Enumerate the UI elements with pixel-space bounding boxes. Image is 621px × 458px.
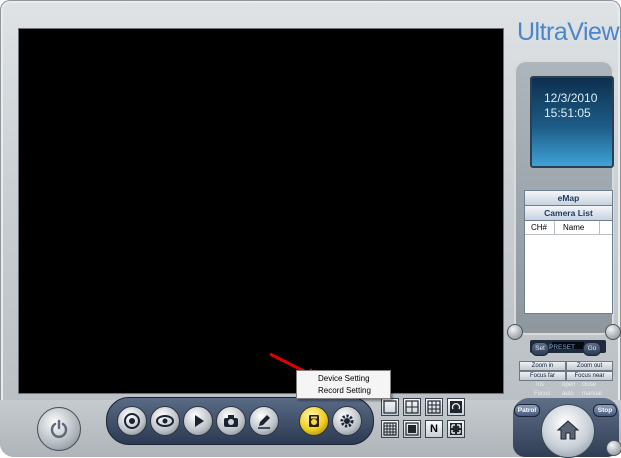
- preset-set-button[interactable]: Set: [531, 342, 549, 356]
- clock-display: 12/3/2010 15:51:05: [530, 76, 614, 168]
- column-divider: [554, 221, 555, 234]
- n-view-button[interactable]: N: [425, 420, 443, 438]
- pip-view-button[interactable]: [403, 420, 421, 438]
- system-setting-button[interactable]: [332, 406, 362, 436]
- zoom-in-button[interactable]: Zoom in: [519, 361, 566, 371]
- gear-icon: [340, 414, 354, 428]
- iris-label: Iris: [536, 382, 544, 388]
- menu-item-record-setting[interactable]: Record Setting: [297, 385, 390, 397]
- focus-manual-button[interactable]: manual: [582, 391, 602, 397]
- fullscreen-icon: [450, 423, 462, 435]
- quad-view-button[interactable]: [403, 398, 421, 416]
- single-view-icon: [383, 400, 397, 414]
- view-button[interactable]: [150, 406, 180, 436]
- home-icon[interactable]: [556, 418, 580, 442]
- rotate-view-icon: [450, 401, 462, 413]
- video-display[interactable]: [18, 28, 504, 394]
- minimize-icon[interactable]: [606, 440, 621, 456]
- ptz-left-knob-icon[interactable]: [507, 324, 523, 340]
- snapshot-icon: [224, 415, 238, 427]
- camera-list-header: CH# Name: [525, 221, 612, 235]
- setting-folder-icon: [309, 415, 319, 427]
- clock-time: 15:51:05: [544, 106, 591, 120]
- ptz-direction-pad[interactable]: [541, 404, 595, 458]
- pip-view-icon: [405, 422, 419, 436]
- nine-view-button[interactable]: [425, 398, 443, 416]
- focus-far-button[interactable]: Focus far: [519, 371, 566, 381]
- edit-icon: [258, 415, 270, 429]
- menu-item-device-setting[interactable]: Device Setting: [297, 373, 390, 385]
- column-header-name[interactable]: Name: [563, 223, 584, 232]
- record-button[interactable]: [117, 406, 147, 436]
- power-icon: [50, 419, 68, 438]
- column-divider: [599, 221, 600, 234]
- preset-label: PRESET: [549, 344, 576, 351]
- stop-button[interactable]: Stop: [593, 404, 617, 417]
- clock-date: 12/3/2010: [544, 91, 598, 105]
- ptz-right-knob-icon[interactable]: [605, 324, 621, 340]
- preset-go-button[interactable]: Go: [583, 342, 601, 356]
- iris-focus-row: Iris open close Focus auto manual: [522, 382, 610, 402]
- focus-label: Focus: [534, 391, 551, 397]
- iris-close-button[interactable]: close: [582, 382, 596, 388]
- power-button[interactable]: [37, 407, 81, 451]
- camera-list-table[interactable]: CH# Name: [524, 220, 613, 314]
- app-logo: UltraView: [517, 18, 620, 46]
- zoom-focus-grid: Zoom in Zoom out Focus far Focus near: [519, 361, 613, 381]
- sixteen-view-icon: [383, 422, 397, 436]
- main-toolbar: [106, 397, 374, 445]
- record-icon: [124, 413, 140, 429]
- tab-camera-list[interactable]: Camera List: [524, 205, 613, 221]
- zoom-out-button[interactable]: Zoom out: [566, 361, 613, 371]
- focus-auto-button[interactable]: auto: [562, 391, 574, 397]
- rotate-view-button[interactable]: [447, 398, 465, 416]
- single-view-button[interactable]: [381, 398, 399, 416]
- setting-button[interactable]: [299, 406, 329, 436]
- sixteen-view-button[interactable]: [381, 420, 399, 438]
- play-icon: [195, 415, 204, 427]
- patrol-button[interactable]: Patrol: [514, 404, 540, 417]
- view-icon: [156, 415, 174, 427]
- iris-open-button[interactable]: open: [562, 382, 575, 388]
- focus-near-button[interactable]: Focus near: [566, 371, 613, 381]
- snapshot-button[interactable]: [216, 406, 246, 436]
- quad-view-icon: [405, 400, 419, 414]
- tab-emap[interactable]: eMap: [524, 190, 613, 206]
- edit-button[interactable]: [249, 406, 279, 436]
- fullscreen-button[interactable]: [447, 420, 465, 438]
- setting-context-menu: Device Setting Record Setting: [296, 370, 391, 399]
- playback-button[interactable]: [183, 406, 213, 436]
- nine-view-icon: [427, 400, 441, 414]
- column-header-ch[interactable]: CH#: [531, 223, 547, 232]
- view-layout-grid: N: [381, 398, 499, 440]
